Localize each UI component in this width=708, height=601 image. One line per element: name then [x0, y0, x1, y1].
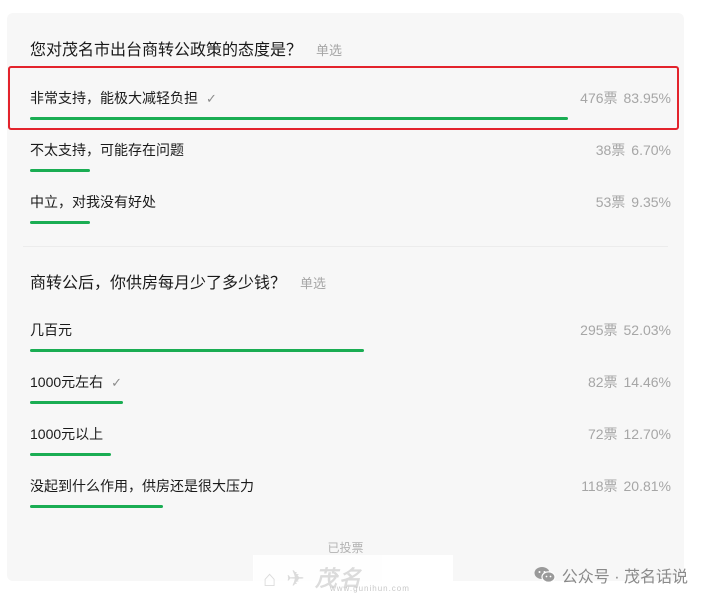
option-percent: 20.81% [623, 478, 671, 494]
poll-option[interactable]: 几百元 295票 52.03% [30, 321, 671, 361]
option-bar-fill [30, 169, 90, 172]
checkmark-icon: ✓ [111, 375, 123, 390]
account-name: 公众号 · 茂名话说 [561, 569, 688, 586]
option-label: 中立，对我没有好处 [30, 194, 156, 210]
option-label: 不太支持，可能存在问题 [30, 142, 184, 158]
option-bar-track [30, 349, 671, 352]
option-bar-fill [30, 505, 163, 508]
question-2-text: 商转公后，你供房每月少了多少钱？ [30, 275, 287, 292]
poll-option[interactable]: 没起到什么作用，供房还是很大压力 118票 20.81% [30, 477, 671, 517]
poll-option[interactable]: 中立，对我没有好处 53票 9.35% [30, 193, 671, 233]
question-2-title: 商转公后，你供房每月少了多少钱？ 单选 [30, 269, 326, 293]
poll-option[interactable]: 1000元左右 ✓ 82票 14.46% [30, 373, 671, 413]
question-1-title: 您对茂名市出台商转公政策的态度是？ 单选 [30, 36, 342, 60]
question-1-type: 单选 [316, 43, 343, 58]
option-bar-track [30, 453, 671, 456]
option-percent: 6.70% [631, 142, 671, 158]
voted-status: 已投票 [327, 541, 364, 555]
option-bar-track [30, 221, 671, 224]
poll-option[interactable]: 1000元以上 72票 12.70% [30, 425, 671, 465]
option-bar-track [30, 505, 671, 508]
account-footer: 公众号 · 茂名话说 [534, 563, 688, 587]
poll-option[interactable]: 不太支持，可能存在问题 38票 6.70% [30, 141, 671, 181]
option-bar-track [30, 169, 671, 172]
option-votes: 295票 [580, 322, 618, 338]
option-label: 没起到什么作用，供房还是很大压力 [30, 478, 254, 494]
option-label: 几百元 [30, 322, 72, 338]
option-bar-fill [30, 453, 111, 456]
question-2-type: 单选 [300, 276, 327, 291]
option-votes: 53票 [595, 194, 626, 210]
option-votes: 82票 [587, 374, 618, 390]
option-votes: 118票 [581, 478, 618, 494]
highlight-box [8, 66, 679, 130]
option-percent: 14.46% [623, 374, 671, 390]
option-bar-track [30, 401, 671, 404]
option-votes: 72票 [587, 426, 618, 442]
option-bar-fill [30, 401, 123, 404]
option-bar-fill [30, 221, 90, 224]
option-bar-fill [30, 349, 364, 352]
option-label: 1000元以上 [30, 426, 104, 442]
option-votes: 38票 [595, 142, 626, 158]
option-percent: 52.03% [623, 322, 671, 338]
question-1-text: 您对茂名市出台商转公政策的态度是？ [30, 42, 303, 59]
question-divider [23, 246, 668, 247]
wechat-icon [534, 567, 556, 583]
option-percent: 12.70% [623, 426, 671, 442]
option-label: 1000元左右 [30, 374, 104, 390]
watermark-text: www.gunihun.com [330, 584, 410, 593]
option-percent: 9.35% [631, 194, 671, 210]
